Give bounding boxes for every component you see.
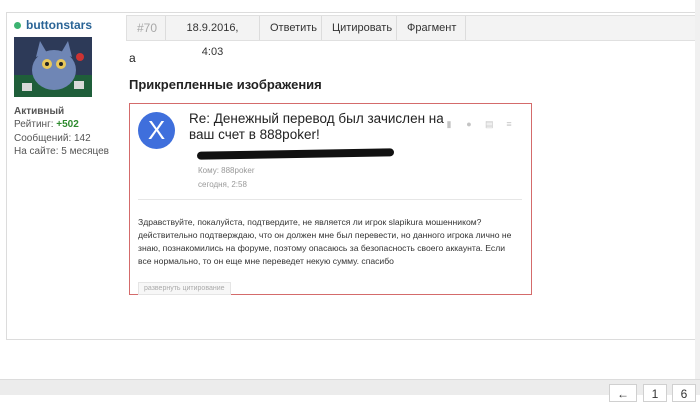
bookmark-icon: ▮: [446, 119, 452, 129]
email-recipient: Кому: 888poker: [198, 166, 255, 175]
reply-button[interactable]: Ответить: [259, 16, 321, 40]
attached-image[interactable]: X Re: Денежный перевод был зачислен на в…: [129, 103, 532, 295]
user-on-site: На сайте: 5 месяцев: [14, 146, 109, 157]
menu-icon: ≡: [506, 119, 512, 129]
rating-label: Рейтинг:: [14, 119, 54, 130]
email-date: сегодня, 2:58: [198, 180, 247, 189]
quote-button[interactable]: Цитировать: [321, 16, 396, 40]
user-messages: Сообщений: 142: [14, 133, 91, 144]
calendar-icon: ▤: [485, 119, 494, 129]
avatar[interactable]: [14, 37, 92, 97]
divider: [138, 199, 522, 200]
dot-icon: ●: [466, 119, 472, 129]
user-info-panel: buttonstars Активный Рейтинг: +502 Сообщ…: [7, 13, 120, 339]
forum-post: buttonstars Активный Рейтинг: +502 Сообщ…: [6, 12, 700, 340]
rating-value: +502: [56, 119, 79, 130]
post-header: #70 18.9.2016, 4:03 Ответить Цитировать …: [126, 15, 700, 58]
pager-page-1[interactable]: 1: [643, 384, 667, 402]
redacted-scribble: [196, 148, 395, 160]
pager-prev-button[interactable]: ←: [609, 384, 637, 402]
expand-quote-button: развернуть цитирование: [138, 282, 231, 295]
post-date: 18.9.2016, 4:03: [165, 16, 259, 58]
user-status: Активный: [14, 106, 65, 117]
email-toolbar: ▮ ● ▤ ≡: [445, 119, 513, 130]
fragment-button[interactable]: Фрагмент: [396, 16, 466, 40]
bottom-bar: [0, 379, 700, 395]
email-subject: Re: Денежный перевод был зачислен на ваш…: [189, 111, 444, 142]
post-text: а: [129, 51, 136, 65]
sender-avatar-icon: X: [138, 112, 175, 149]
pager-page-6[interactable]: 6: [672, 384, 696, 402]
attachments-heading: Прикрепленные изображения: [129, 77, 322, 92]
page-edge: [695, 0, 700, 394]
post-number[interactable]: #70: [137, 21, 157, 35]
user-rating: Рейтинг: +502: [14, 119, 79, 130]
email-body: Здравствуйте, покалуйста, подтвердите, н…: [138, 217, 512, 266]
username-link[interactable]: buttonstars: [26, 18, 92, 32]
online-status-icon: [14, 22, 21, 29]
